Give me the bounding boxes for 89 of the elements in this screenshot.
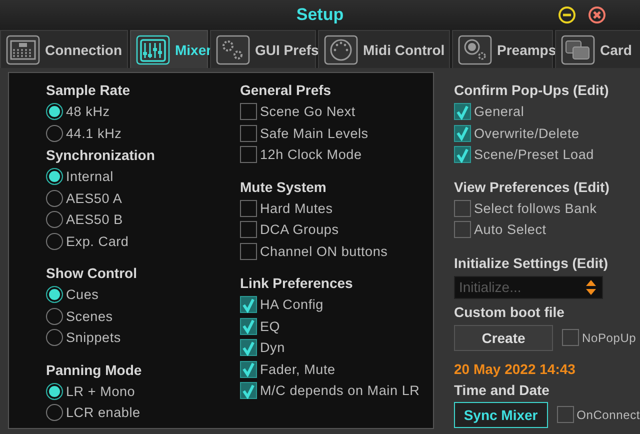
sync-mixer-button[interactable]: Sync Mixer xyxy=(454,402,548,428)
radio-button[interactable] xyxy=(46,103,63,120)
tab[interactable]: Card xyxy=(555,30,640,68)
create-button[interactable]: Create xyxy=(454,324,553,350)
checkbox[interactable] xyxy=(240,146,257,164)
checkbox[interactable] xyxy=(454,124,471,142)
checkbox[interactable] xyxy=(240,318,257,335)
midi-port-icon xyxy=(324,34,358,64)
option-label: Scene Go Next xyxy=(260,104,356,120)
faders-icon xyxy=(136,34,170,64)
option-label: Hard Mutes xyxy=(260,200,333,216)
radio-button[interactable] xyxy=(46,211,63,228)
checkbox[interactable] xyxy=(454,221,471,238)
radio-button[interactable] xyxy=(46,382,63,400)
checkbox[interactable] xyxy=(240,242,257,260)
option-label: Cues xyxy=(66,287,99,302)
section-heading: Mute System xyxy=(240,178,328,197)
cards-icon xyxy=(561,34,595,64)
option-label: Scenes xyxy=(66,308,113,324)
option-label: 44.1 kHz xyxy=(66,126,122,141)
option-label: AES50 A xyxy=(66,190,122,206)
tab[interactable]: Preamps xyxy=(452,30,553,68)
checkbox[interactable] xyxy=(240,200,257,217)
option-label: Scene/Preset Load xyxy=(474,147,594,162)
checkbox[interactable] xyxy=(240,296,257,314)
minimize-icon[interactable] xyxy=(558,6,576,24)
radio-button[interactable] xyxy=(46,329,63,346)
checkbox[interactable] xyxy=(240,221,257,238)
tab[interactable]: Connection xyxy=(0,30,128,68)
tab[interactable]: Midi Control xyxy=(318,30,450,68)
option-label: HA Config xyxy=(260,297,324,312)
option-label: Fader, Mute xyxy=(260,362,336,377)
option-label: LCR enable xyxy=(66,405,140,420)
mixer-console-icon xyxy=(6,34,40,64)
section-heading: Panning Mode xyxy=(46,360,143,380)
option-label: M/C depends on Main LR xyxy=(260,383,420,398)
close-icon[interactable] xyxy=(588,6,606,24)
checkbox[interactable] xyxy=(562,329,579,346)
up-down-arrows-icon xyxy=(586,280,596,294)
section-heading: Sample Rate xyxy=(46,81,132,100)
option-label: Channel ON buttons xyxy=(260,244,388,259)
checkbox[interactable] xyxy=(240,360,257,378)
checkbox[interactable] xyxy=(240,339,257,356)
option-label: Select follows Bank xyxy=(474,200,597,216)
option-label: Dyn xyxy=(260,340,285,356)
section-heading: Custom boot file xyxy=(454,302,566,322)
option-label: Overwrite/Delete xyxy=(474,126,580,141)
radio-button[interactable] xyxy=(46,286,63,304)
section-heading: General Prefs xyxy=(240,81,332,100)
option-label: EQ xyxy=(260,318,280,334)
tab[interactable]: Mixer xyxy=(130,30,208,68)
gears-icon xyxy=(216,34,250,64)
checkbox[interactable] xyxy=(454,200,471,217)
checkbox[interactable] xyxy=(556,406,574,423)
tab[interactable]: GUI Prefs xyxy=(210,30,316,68)
option-label: NoPopUp xyxy=(582,330,636,344)
option-label: 48 kHz xyxy=(66,104,110,120)
knob-icon xyxy=(458,34,492,64)
option-label: Snippets xyxy=(66,330,121,346)
checkbox[interactable] xyxy=(454,103,471,120)
section-heading: Link Preferences xyxy=(240,274,354,293)
option-label: LR + Mono xyxy=(66,384,136,399)
radio-button[interactable] xyxy=(46,232,63,250)
date-time-text: 20 May 2022 14:43 xyxy=(454,360,576,378)
radio-button[interactable] xyxy=(46,308,63,325)
radio-button[interactable] xyxy=(46,124,63,142)
section-heading: View Preferences (Edit) xyxy=(454,178,610,197)
window-title: Setup xyxy=(296,5,344,25)
option-label: AES50 B xyxy=(66,212,123,228)
checkbox[interactable] xyxy=(240,124,257,142)
option-label: Safe Main Levels xyxy=(260,126,368,141)
checkbox[interactable] xyxy=(454,146,471,164)
option-label: Internal xyxy=(66,169,114,184)
radio-button[interactable] xyxy=(46,404,63,422)
option-label: Auto Select xyxy=(474,222,546,238)
radio-button[interactable] xyxy=(46,168,63,186)
section-heading: Time and Date xyxy=(454,380,550,400)
option-label: Exp. Card xyxy=(66,234,129,249)
checkbox[interactable] xyxy=(240,103,257,120)
section-heading: Show Control xyxy=(46,264,138,283)
checkbox[interactable] xyxy=(240,382,257,400)
section-heading: Initialize Settings (Edit) xyxy=(454,254,610,273)
option-label: 12h Clock Mode xyxy=(260,147,362,162)
section-heading: Confirm Pop-Ups (Edit) xyxy=(454,81,610,100)
option-label: OnConnect xyxy=(576,408,640,422)
option-label: DCA Groups xyxy=(260,222,339,238)
radio-button[interactable] xyxy=(46,190,63,207)
option-label: General xyxy=(474,104,524,120)
section-heading: Synchronization xyxy=(46,146,156,165)
